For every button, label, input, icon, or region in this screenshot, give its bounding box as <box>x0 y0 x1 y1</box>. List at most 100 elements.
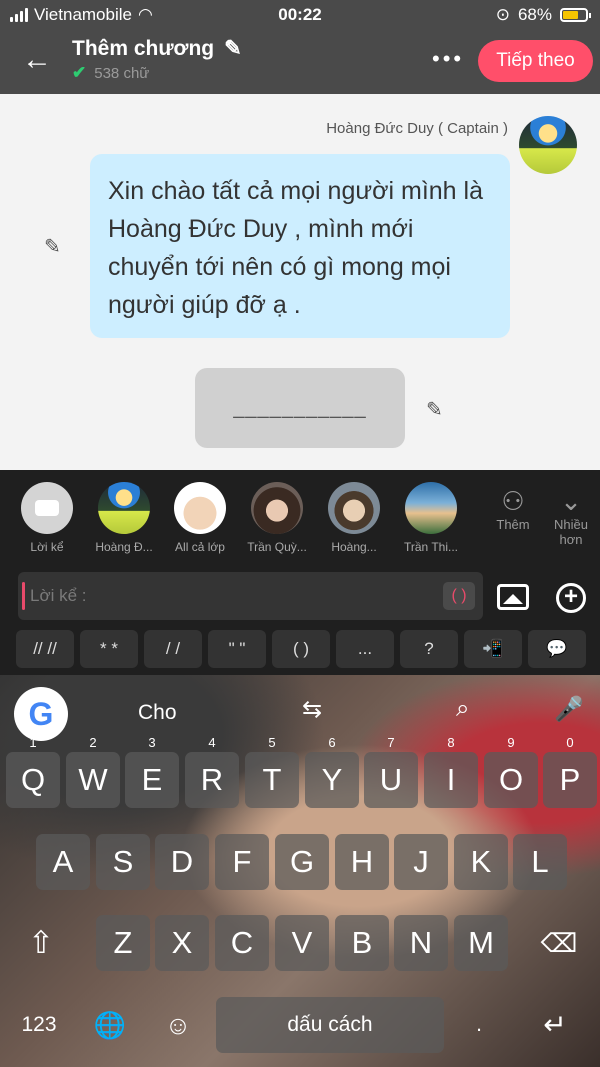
key-number: 0 <box>566 735 574 750</box>
key-h[interactable]: H <box>335 834 389 890</box>
key-m[interactable]: M <box>454 915 508 971</box>
suggestion-word[interactable]: Cho <box>138 701 177 725</box>
key-o[interactable]: 9O <box>484 736 538 808</box>
add-icon[interactable]: + <box>556 583 586 613</box>
character-name: Lời kể <box>30 540 64 554</box>
image-icon[interactable] <box>497 584 529 610</box>
key-letter: Q <box>20 762 46 797</box>
key-z[interactable]: Z <box>96 915 150 971</box>
edit-message-icon[interactable]: ✎ <box>44 234 61 259</box>
chevron-down-icon: ⌄ <box>560 486 582 516</box>
key-number: 1 <box>29 735 37 750</box>
key-number: 3 <box>148 735 156 750</box>
next-button[interactable]: Tiếp theo <box>478 40 593 82</box>
key-a[interactable]: A <box>36 834 90 890</box>
backspace-key[interactable]: ⌫ <box>524 915 594 971</box>
symbol-button[interactable]: * * <box>80 630 138 668</box>
key-q[interactable]: 1Q <box>6 736 60 808</box>
key-v[interactable]: V <box>275 915 329 971</box>
globe-key-icon[interactable]: 🌐 <box>80 997 140 1053</box>
key-l[interactable]: L <box>513 834 567 890</box>
narrator-icon <box>21 482 73 534</box>
key-p[interactable]: 0P <box>543 736 597 808</box>
key-number: 4 <box>208 735 216 750</box>
narration-placeholder: Lời kể : <box>30 586 87 605</box>
character-item[interactable]: Hoàng... <box>316 482 392 554</box>
edit-empty-message-icon[interactable]: ✎ <box>426 397 443 422</box>
key-letter: P <box>559 762 581 797</box>
key-w[interactable]: 2W <box>66 736 120 808</box>
translate-icon[interactable]: ⇆ <box>302 695 322 724</box>
key-letter: Y <box>321 762 343 797</box>
chat-bubble-symbol-button[interactable]: 💬 <box>528 630 586 668</box>
page-title: Thêm chương <box>72 36 215 60</box>
key-letter: W <box>78 762 108 797</box>
battery-percent: 68% <box>517 5 552 24</box>
google-icon[interactable]: G <box>14 687 68 741</box>
key-c[interactable]: C <box>215 915 269 971</box>
more-options-icon[interactable]: ••• <box>432 46 464 72</box>
narration-input[interactable]: Lời kể : ( ) <box>18 572 483 620</box>
character-item[interactable]: All cả lớp <box>162 482 238 554</box>
edit-title-icon[interactable]: ✎ <box>224 36 242 61</box>
battery-icon <box>560 8 591 22</box>
character-name: Hoàng Đ... <box>95 540 153 554</box>
add-character-label: Thêm <box>496 517 530 532</box>
key-number: 7 <box>387 735 395 750</box>
character-name: Trần Quỳ... <box>247 540 307 554</box>
add-character-button[interactable]: ⚇ Thêm <box>488 486 538 532</box>
symbol-button[interactable]: / / <box>144 630 202 668</box>
key-n[interactable]: N <box>394 915 448 971</box>
key-letter: U <box>379 762 403 797</box>
emoji-key-icon[interactable]: ☺ <box>148 997 208 1053</box>
symbol-button[interactable]: // // <box>16 630 74 668</box>
key-s[interactable]: S <box>96 834 150 890</box>
key-r[interactable]: 4R <box>185 736 239 808</box>
message-bubble[interactable]: Xin chào tất cả mọi người mình là Hoàng … <box>90 154 510 338</box>
character-avatar <box>98 482 150 534</box>
symbol-button[interactable]: ( ) <box>272 630 330 668</box>
key-letter: O <box>498 762 524 797</box>
key-number: 2 <box>89 735 97 750</box>
numbers-key[interactable]: 123 <box>6 997 72 1053</box>
key-b[interactable]: B <box>335 915 389 971</box>
page-title-row[interactable]: Thêm chương ✎ <box>72 36 242 61</box>
more-characters-button[interactable]: ⌄ Nhiều hơn <box>546 486 596 547</box>
character-item[interactable]: Trần Thi... <box>393 482 469 554</box>
character-item[interactable]: Hoàng Đ... <box>86 482 162 554</box>
image-search-icon[interactable]: ⌕ <box>456 695 469 723</box>
key-i[interactable]: 8I <box>424 736 478 808</box>
character-narrator[interactable]: Lời kể <box>9 482 85 554</box>
symbol-button[interactable]: " " <box>208 630 266 668</box>
return-key-icon[interactable]: ↵ <box>516 997 594 1053</box>
character-avatar <box>251 482 303 534</box>
phone-symbol-button[interactable]: 📲 <box>464 630 522 668</box>
key-t[interactable]: 5T <box>245 736 299 808</box>
period-key[interactable]: . <box>452 997 506 1053</box>
key-f[interactable]: F <box>215 834 269 890</box>
key-y[interactable]: 6Y <box>305 736 359 808</box>
key-number: 6 <box>328 735 336 750</box>
key-d[interactable]: D <box>155 834 209 890</box>
character-name: All cả lớp <box>175 540 225 554</box>
check-icon: ✔ <box>72 63 87 82</box>
empty-message-bubble[interactable]: ___________ <box>195 368 405 448</box>
key-x[interactable]: X <box>155 915 209 971</box>
character-item[interactable]: Trần Quỳ... <box>239 482 315 554</box>
keyboard: G Cho ⇆ ⌕ 🎤 1Q 2W 3E 4R 5T 6Y 7U 8I 9O 0… <box>0 675 600 1067</box>
key-k[interactable]: K <box>454 834 508 890</box>
key-letter: R <box>200 762 224 797</box>
symbol-button[interactable]: ? <box>400 630 458 668</box>
back-arrow-icon[interactable]: ← <box>22 42 52 78</box>
key-u[interactable]: 7U <box>364 736 418 808</box>
key-e[interactable]: 3E <box>125 736 179 808</box>
key-j[interactable]: J <box>394 834 448 890</box>
key-g[interactable]: G <box>275 834 329 890</box>
microphone-icon[interactable]: 🎤 <box>554 695 584 724</box>
speaker-avatar[interactable] <box>519 116 577 174</box>
space-key[interactable]: dấu cách <box>216 997 444 1053</box>
shift-key[interactable]: ⇧ <box>6 915 76 971</box>
word-count-row: ✔ 538 chữ <box>72 63 242 83</box>
parenthesis-button[interactable]: ( ) <box>443 582 475 610</box>
symbol-button[interactable]: ... <box>336 630 394 668</box>
